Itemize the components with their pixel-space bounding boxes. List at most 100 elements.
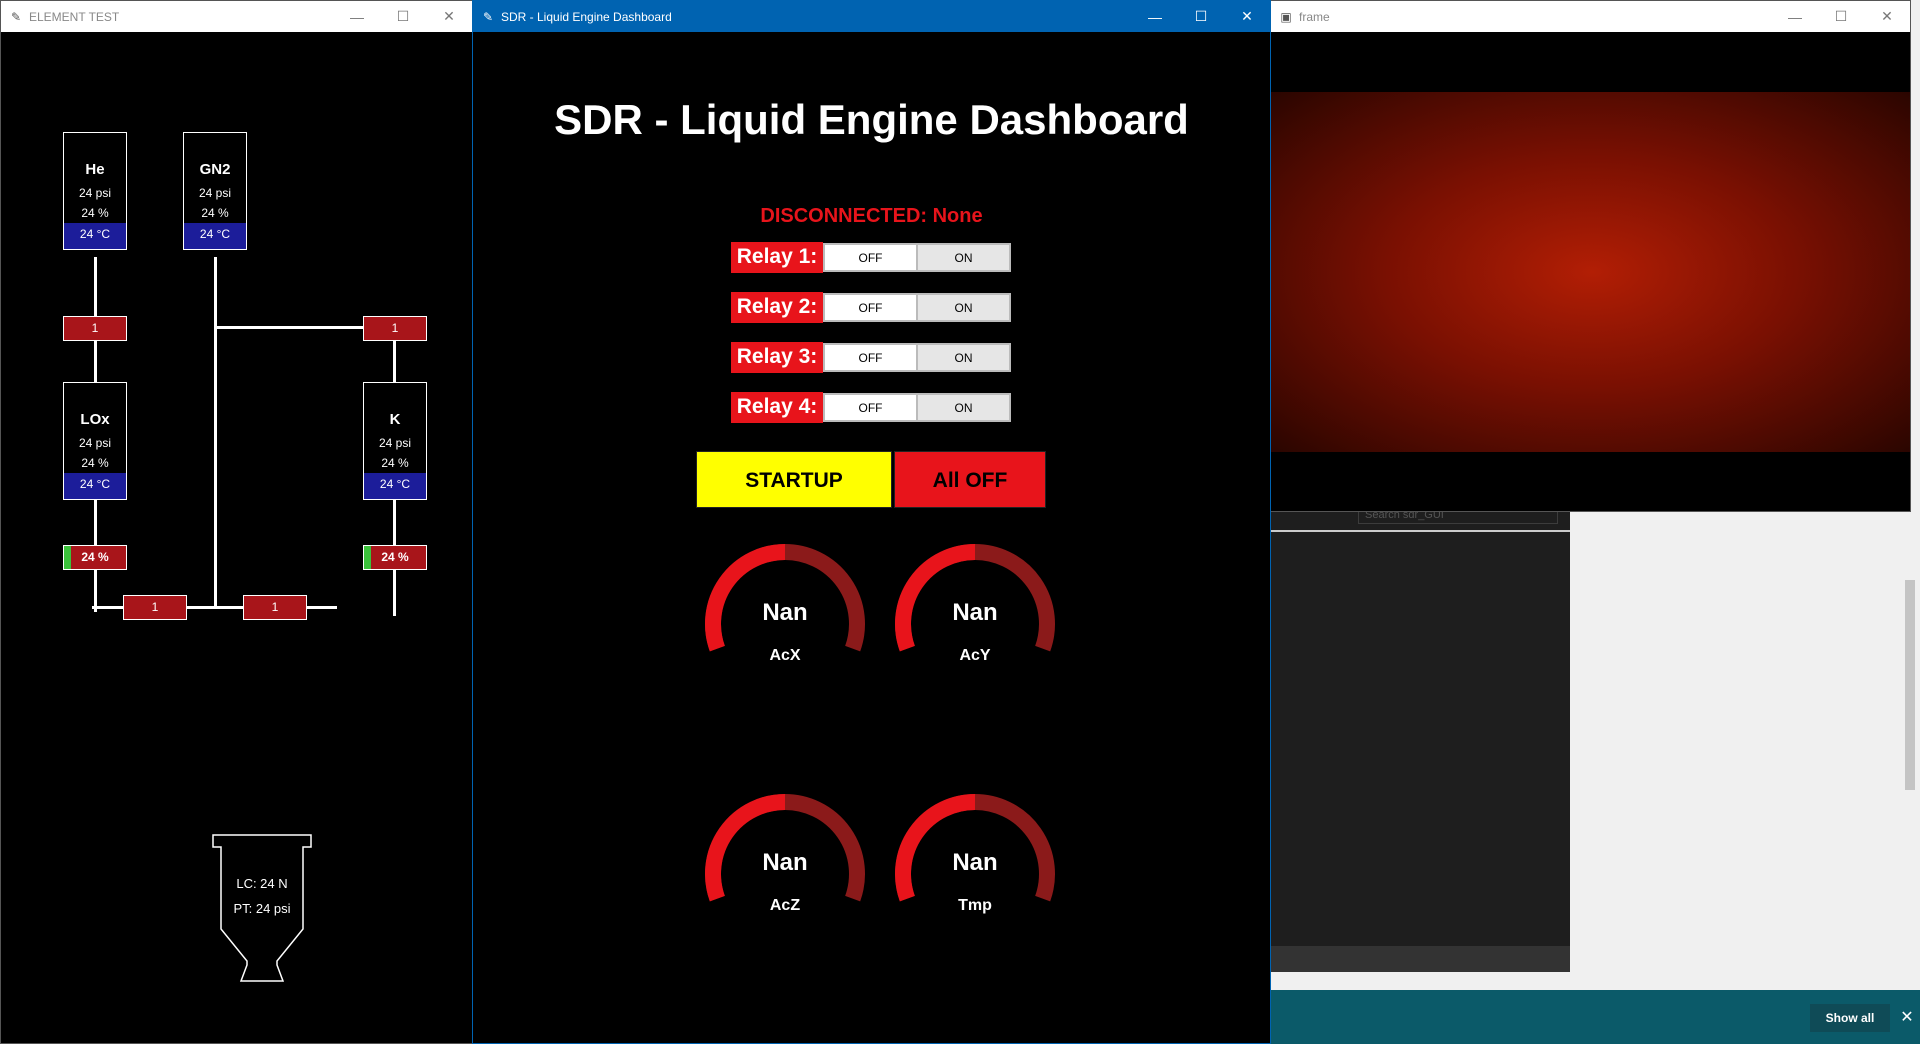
relay-4: Relay 4: OFF ON: [731, 392, 1011, 423]
flow-meter-k: 24 %: [363, 545, 427, 570]
ide-panel: Search sdr_GUI: [1270, 500, 1570, 972]
show-all-button[interactable]: Show all: [1810, 1004, 1890, 1032]
relay-label: Relay 2:: [731, 292, 823, 323]
maximize-button[interactable]: ☐: [1178, 1, 1224, 32]
on-button[interactable]: ON: [916, 345, 1009, 370]
close-button[interactable]: ✕: [426, 1, 472, 32]
valve-k[interactable]: 1: [363, 316, 427, 341]
flow-meter-lox: 24 %: [63, 545, 127, 570]
relay-label: Relay 3:: [731, 342, 823, 373]
flow-label: 24 %: [81, 550, 109, 564]
valve-main-left[interactable]: 1: [123, 595, 187, 620]
gauge-acy: Nan AcY: [885, 539, 1065, 689]
title-bar[interactable]: ▣ frame — ☐ ✕: [1271, 1, 1910, 32]
relay-3: Relay 3: OFF ON: [731, 342, 1011, 373]
tank-he: He 24 psi 24 % 24 °C: [63, 132, 127, 250]
relay-label: Relay 4:: [731, 392, 823, 423]
scrollbar[interactable]: [1905, 580, 1915, 790]
relay-switch[interactable]: OFF ON: [823, 243, 1011, 272]
tank-temp: 24 °C: [64, 473, 126, 499]
tank-level: 24 %: [81, 206, 109, 220]
close-button[interactable]: ✕: [1864, 1, 1910, 32]
gauge-label: AcX: [769, 647, 801, 664]
gauge-acx: Nan AcX: [695, 539, 875, 689]
tank-temp: 24 °C: [364, 473, 426, 499]
on-button[interactable]: ON: [916, 395, 1009, 420]
feather-icon: ✎: [10, 9, 22, 24]
on-button[interactable]: ON: [916, 295, 1009, 320]
ide-status-bar: [1270, 946, 1570, 972]
divider: [1270, 530, 1570, 532]
relay-label: Relay 1:: [731, 242, 823, 273]
flow-fill: [364, 546, 372, 569]
relay-switch[interactable]: OFF ON: [823, 393, 1011, 422]
tank-name: K: [389, 411, 401, 428]
video-image: [1271, 92, 1910, 452]
relay-2: Relay 2: OFF ON: [731, 292, 1011, 323]
gauge-label: AcY: [959, 647, 991, 664]
video-frame: [1271, 32, 1910, 511]
feather-icon: ✎: [482, 9, 494, 24]
tank-level: 24 %: [81, 456, 109, 470]
window-title: SDR - Liquid Engine Dashboard: [501, 9, 672, 24]
gauge-value: Nan: [762, 599, 808, 626]
gauge-label: AcZ: [769, 897, 801, 914]
flow-label: 24 %: [381, 550, 409, 564]
valve-he[interactable]: 1: [63, 316, 127, 341]
tank-level: 24 %: [381, 456, 409, 470]
title-bar[interactable]: ✎ ELEMENT TEST — ☐ ✕: [1, 1, 472, 32]
tank-pressure: 24 psi: [78, 436, 112, 450]
window-icon: ▣: [1280, 9, 1292, 24]
maximize-button[interactable]: ☐: [380, 1, 426, 32]
close-icon[interactable]: ✕: [1895, 1004, 1919, 1032]
gauge-acz: Nan AcZ: [695, 789, 875, 939]
off-button[interactable]: OFF: [825, 245, 916, 270]
close-button[interactable]: ✕: [1224, 1, 1270, 32]
element-test-window: ✎ ELEMENT TEST — ☐ ✕ He 24 psi 24 % 24 °…: [0, 0, 473, 1044]
minimize-button[interactable]: —: [1772, 1, 1818, 32]
window-title: frame: [1299, 9, 1330, 24]
frame-window: ▣ frame — ☐ ✕: [1270, 0, 1911, 512]
off-button[interactable]: OFF: [825, 395, 916, 420]
relay-switch[interactable]: OFF ON: [823, 293, 1011, 322]
dashboard-content: SDR - Liquid Engine Dashboard DISCONNECT…: [473, 32, 1270, 1043]
tank-temp: 24 °C: [184, 223, 246, 249]
valve-main-right[interactable]: 1: [243, 595, 307, 620]
startup-button[interactable]: STARTUP: [696, 451, 892, 508]
gauge-label: Tmp: [958, 897, 992, 914]
tank-pressure: 24 psi: [378, 436, 412, 450]
tank-gn2: GN2 24 psi 24 % 24 °C: [183, 132, 247, 250]
tank-name: LOx: [80, 411, 110, 428]
minimize-button[interactable]: —: [1132, 1, 1178, 32]
download-bar: Show all ✕: [1270, 990, 1920, 1044]
on-button[interactable]: ON: [916, 245, 1009, 270]
engine: LC: 24 N PT: 24 psi: [211, 833, 313, 983]
tank-k: K 24 psi 24 % 24 °C: [363, 382, 427, 500]
window-title: ELEMENT TEST: [29, 9, 120, 24]
gauge-tmp: Nan Tmp: [885, 789, 1065, 939]
minimize-button[interactable]: —: [334, 1, 380, 32]
maximize-button[interactable]: ☐: [1818, 1, 1864, 32]
title-bar[interactable]: ✎ SDR - Liquid Engine Dashboard — ☐ ✕: [473, 1, 1270, 32]
page-title: SDR - Liquid Engine Dashboard: [554, 96, 1189, 143]
off-button[interactable]: OFF: [825, 345, 916, 370]
tank-lox: LOx 24 psi 24 % 24 °C: [63, 382, 127, 500]
dashboard-window: ✎ SDR - Liquid Engine Dashboard — ☐ ✕ SD…: [472, 0, 1271, 1044]
off-button[interactable]: OFF: [825, 295, 916, 320]
tank-pressure: 24 psi: [198, 186, 232, 200]
all-off-button[interactable]: All OFF: [894, 451, 1046, 508]
connection-status: DISCONNECTED: None: [760, 205, 983, 227]
tank-name: GN2: [199, 161, 231, 178]
pressure-readout: PT: 24 psi: [233, 901, 291, 916]
tank-temp: 24 °C: [64, 223, 126, 249]
flow-fill: [64, 546, 72, 569]
tank-pressure: 24 psi: [78, 186, 112, 200]
gauge-value: Nan: [762, 849, 808, 876]
tank-name: He: [85, 161, 105, 178]
gauge-value: Nan: [952, 849, 998, 876]
schematic-canvas: He 24 psi 24 % 24 °C GN2 24 psi 24 % 24 …: [1, 32, 472, 1043]
pipe: [214, 257, 217, 607]
gauge-value: Nan: [952, 599, 998, 626]
relay-switch[interactable]: OFF ON: [823, 343, 1011, 372]
tank-level: 24 %: [201, 206, 229, 220]
